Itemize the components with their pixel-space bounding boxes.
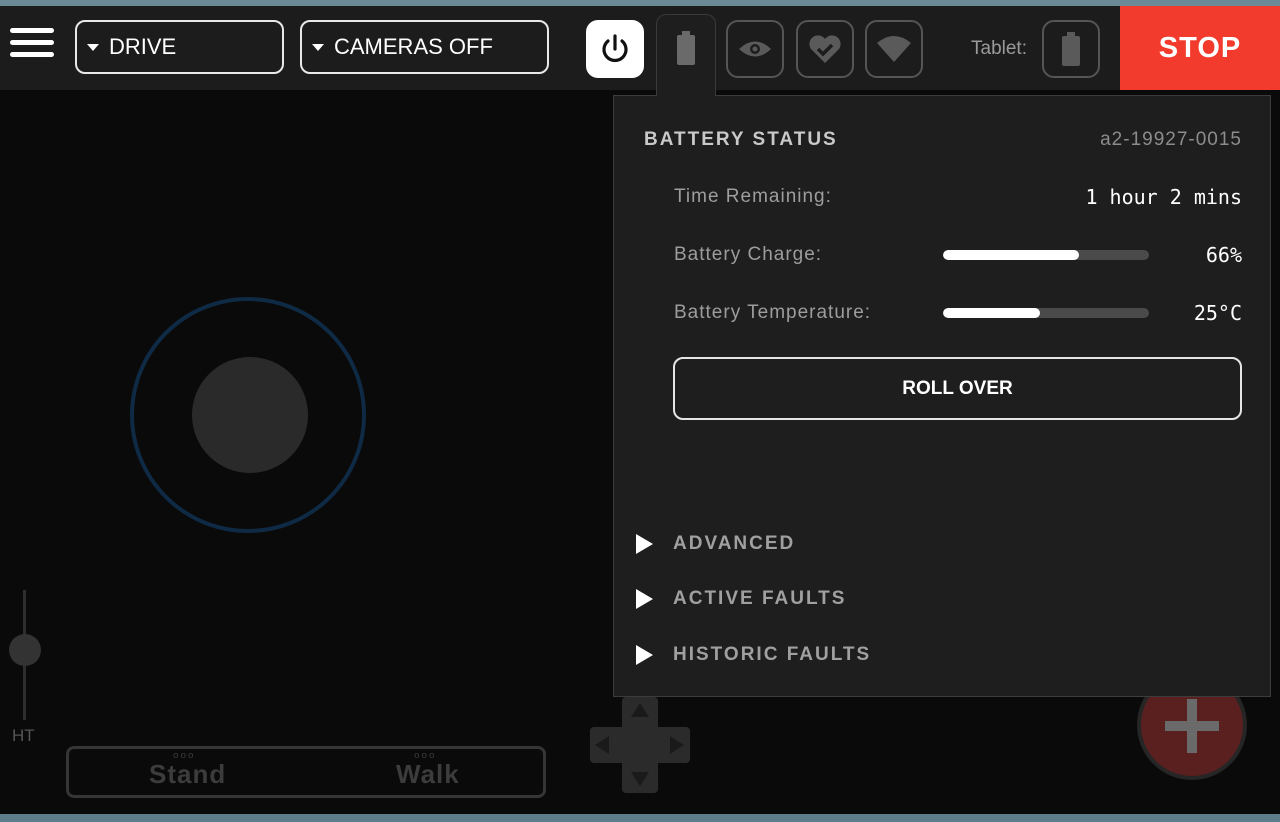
camera-dropdown-value: CAMERAS OFF — [334, 34, 493, 59]
active-faults-toggle[interactable]: ACTIVE FAULTS — [636, 588, 846, 610]
battery-temperature-label: Battery Temperature: — [674, 302, 872, 323]
caret-down-icon — [312, 43, 324, 51]
active-faults-label: ACTIVE FAULTS — [673, 588, 847, 609]
top-toolbar: DRIVE CAMERAS OFF Tablet: — [0, 6, 1280, 90]
health-button[interactable] — [796, 20, 854, 78]
battery-charge-bar — [943, 250, 1149, 260]
battery-tab[interactable] — [656, 14, 716, 96]
hamburger-menu-icon[interactable] — [10, 28, 54, 68]
triangle-right-icon — [636, 645, 653, 665]
tablet-label: Tablet: — [971, 38, 1027, 59]
gait-selector: ooo Stand ooo Walk — [66, 746, 546, 798]
battery-charge-fill — [943, 250, 1079, 260]
battery-temperature-bar — [943, 308, 1149, 318]
heart-check-icon — [809, 35, 841, 63]
camera-dropdown[interactable]: CAMERAS OFF — [300, 20, 549, 74]
historic-faults-toggle[interactable]: HISTORIC FAULTS — [636, 644, 871, 666]
battery-icon — [1062, 32, 1080, 66]
stop-button[interactable]: STOP — [1120, 6, 1280, 90]
time-remaining-label: Time Remaining: — [674, 186, 832, 207]
arrow-left-icon[interactable] — [595, 736, 609, 754]
arrow-up-icon[interactable] — [631, 703, 649, 717]
advanced-section-toggle[interactable]: ADVANCED — [636, 533, 795, 555]
power-icon — [602, 34, 628, 63]
stand-button[interactable]: Stand — [149, 759, 226, 790]
historic-faults-label: HISTORIC FAULTS — [673, 644, 872, 665]
battery-temperature-fill — [943, 308, 1040, 318]
height-slider-thumb[interactable] — [9, 634, 41, 666]
joystick-knob[interactable] — [192, 357, 308, 473]
power-button[interactable] — [586, 20, 644, 78]
dpad[interactable] — [590, 697, 690, 793]
arrow-right-icon[interactable] — [670, 736, 684, 754]
triangle-right-icon — [636, 589, 653, 609]
triangle-right-icon — [636, 534, 653, 554]
tablet-battery-button[interactable] — [1042, 20, 1100, 78]
advanced-section-label: ADVANCED — [673, 533, 796, 554]
mode-dropdown-value: DRIVE — [109, 34, 177, 59]
battery-charge-value: 66% — [1205, 243, 1242, 267]
arrow-down-icon[interactable] — [631, 772, 649, 786]
caret-down-icon — [87, 43, 99, 51]
battery-charge-label: Battery Charge: — [674, 244, 823, 265]
battery-icon — [677, 31, 695, 65]
time-remaining-value: 1 hour 2 mins — [1085, 185, 1242, 209]
robot-serial: a2-19927-0015 — [1100, 129, 1242, 150]
wifi-icon — [877, 36, 911, 62]
roll-over-button[interactable]: ROLL OVER — [673, 357, 1242, 420]
wifi-button[interactable] — [865, 20, 923, 78]
mode-dropdown[interactable]: DRIVE — [75, 20, 284, 74]
battery-status-panel: BATTERY STATUS a2-19927-0015 Time Remain… — [613, 95, 1271, 697]
walk-button[interactable]: Walk — [396, 759, 460, 790]
eye-button[interactable] — [726, 20, 784, 78]
panel-title: BATTERY STATUS — [644, 129, 838, 150]
battery-temperature-value: 25°C — [1193, 301, 1242, 325]
eye-icon — [739, 41, 771, 57]
height-label: HT — [12, 726, 35, 745]
